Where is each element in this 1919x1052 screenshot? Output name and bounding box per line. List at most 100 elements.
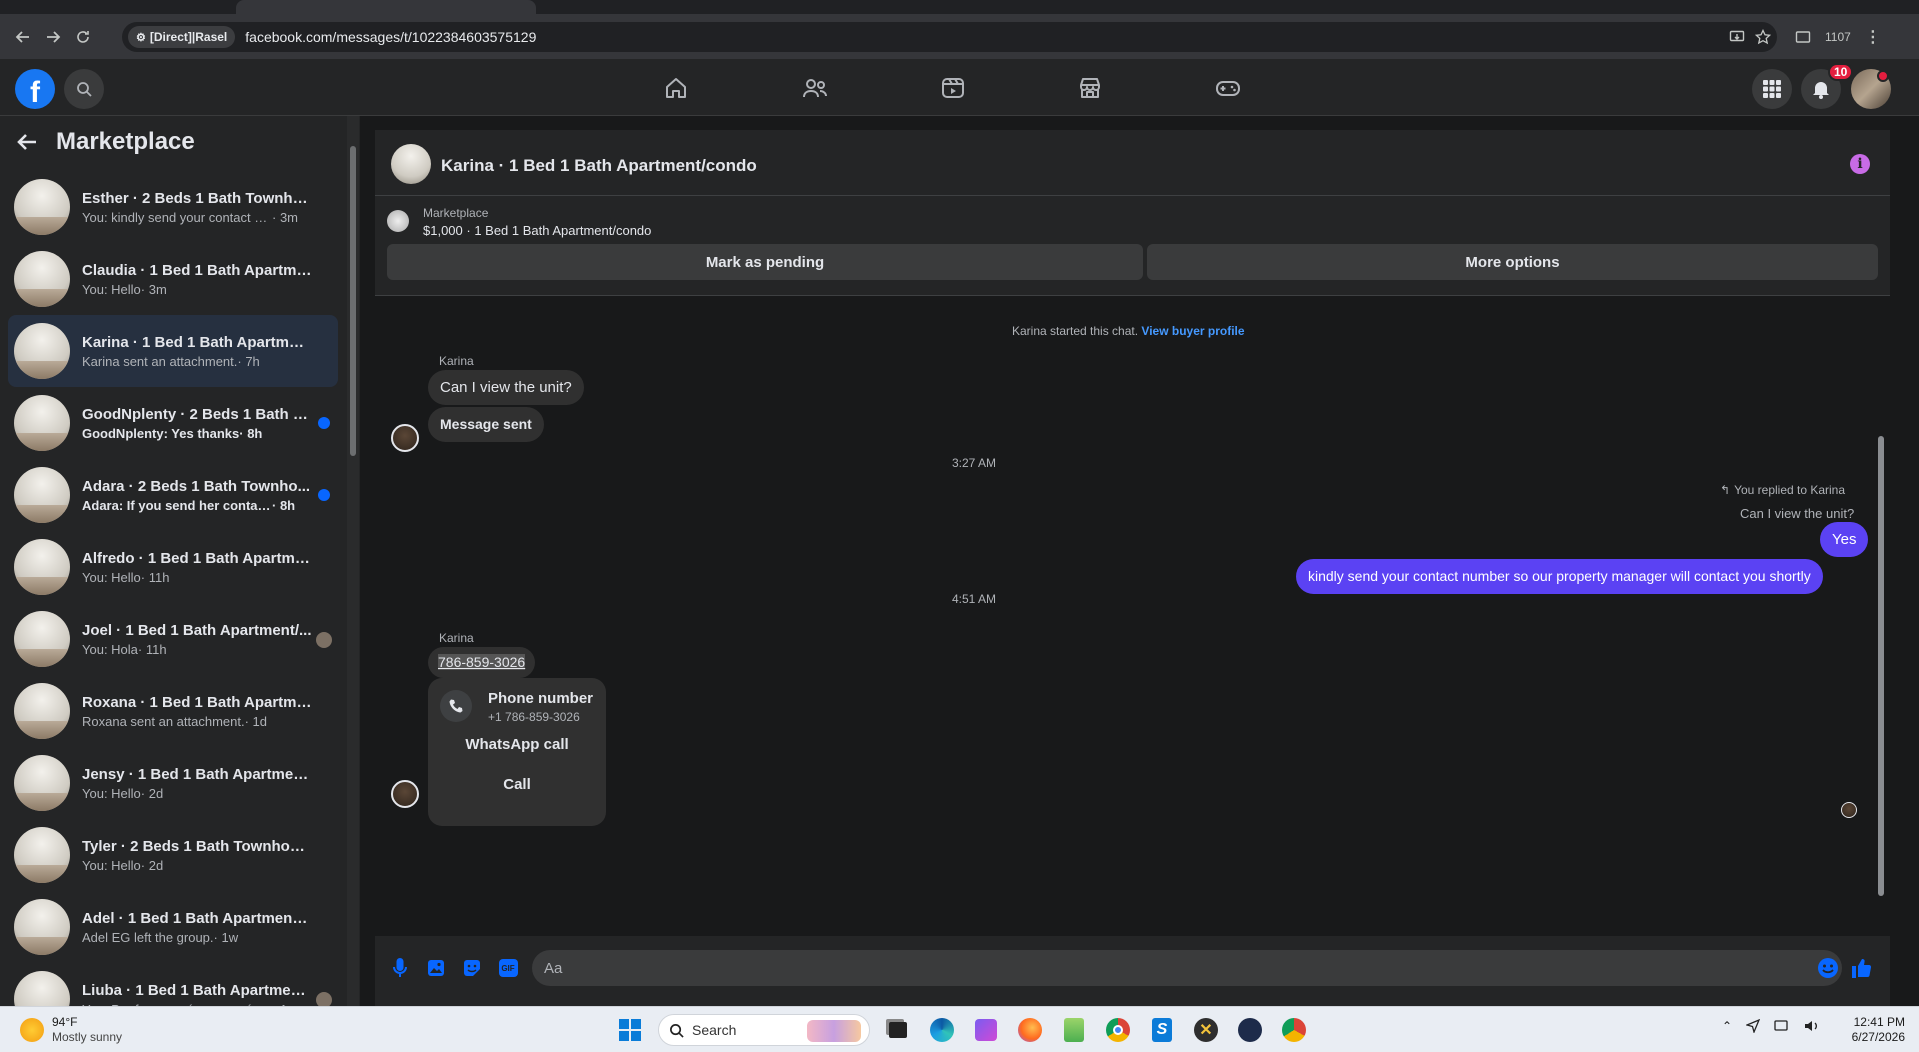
chrome-profile-icon[interactable] <box>1278 1014 1310 1046</box>
conversation-item[interactable]: GoodNplenty · 2 Beds 1 Bath T... GoodNple… <box>8 387 338 459</box>
chat-scrollbar[interactable] <box>1875 296 1887 936</box>
like-thumbs-up-icon[interactable] <box>1849 956 1873 980</box>
url-text[interactable]: facebook.com/messages/t/1022384603575129 <box>245 29 536 45</box>
cast-icon[interactable] <box>1795 29 1811 45</box>
weather-widget[interactable]: 94°F Mostly sunny <box>20 1015 122 1045</box>
address-bar[interactable]: ⚙ [Direct]|Rasel facebook.com/messages/t… <box>122 22 1777 52</box>
weather-temp: 94°F <box>52 1015 78 1029</box>
karina-avatar[interactable] <box>391 424 419 452</box>
scrollbar-thumb[interactable] <box>350 146 356 456</box>
edge-browser-icon[interactable] <box>926 1014 958 1046</box>
more-options-button[interactable]: More options <box>1147 244 1878 280</box>
taskbar-clock[interactable]: 12:41 PM 6/27/2026 <box>1852 1015 1905 1045</box>
listing-thumbnail <box>14 899 70 955</box>
call-button[interactable]: Call <box>428 776 606 793</box>
scrollbar-thumb[interactable] <box>1878 436 1884 896</box>
sidebar-scrollbar[interactable] <box>347 116 359 1006</box>
task-view-icon[interactable] <box>882 1014 914 1046</box>
quoted-message[interactable]: Can I view the unit? <box>1740 506 1854 521</box>
menu-dots-icon[interactable]: ⋮ <box>1865 27 1881 47</box>
site-info-chip[interactable]: ⚙ [Direct]|Rasel <box>128 26 236 48</box>
incoming-message[interactable]: Message sent <box>428 407 544 442</box>
snipping-tool-icon[interactable] <box>970 1014 1002 1046</box>
taskbar-search-label: Search <box>692 1022 737 1038</box>
chat-started-text: Karina started this chat. <box>1012 324 1139 338</box>
profile-status-dot <box>1877 70 1889 82</box>
microphone-icon[interactable] <box>388 956 412 980</box>
conversation-item[interactable]: Karina · 1 Bed 1 Bath Apartment/... Karin… <box>8 315 338 387</box>
firefox-icon[interactable] <box>1014 1014 1046 1046</box>
mark-as-pending-button[interactable]: Mark as pending <box>387 244 1143 280</box>
listing-price[interactable]: $1,000 · 1 Bed 1 Bath Apartment/condo <box>423 223 651 238</box>
volume-icon[interactable] <box>1804 1019 1820 1033</box>
conversation-title: Jensy · 1 Bed 1 Bath Apartment/... <box>82 765 312 783</box>
incoming-message[interactable]: Can I view the unit? <box>428 370 584 405</box>
home-icon[interactable] <box>661 73 691 103</box>
outgoing-message[interactable]: Yes <box>1820 522 1869 557</box>
x-app-icon[interactable]: ✕ <box>1190 1014 1222 1046</box>
conversation-time: · 3m <box>140 281 167 297</box>
message-input[interactable] <box>532 950 1842 986</box>
video-icon[interactable] <box>938 73 968 103</box>
conversation-time: · 3m <box>272 209 298 225</box>
back-icon[interactable] <box>8 22 38 52</box>
windows-start-icon[interactable] <box>614 1014 646 1046</box>
friends-icon[interactable] <box>800 73 830 103</box>
conversation-item[interactable]: Adara · 2 Beds 1 Bath Townho... Adara: If… <box>8 459 338 531</box>
sticker-icon[interactable] <box>460 956 484 980</box>
whatsapp-call-button[interactable]: WhatsApp call <box>428 736 606 753</box>
chat-avatar[interactable] <box>391 144 431 184</box>
info-icon[interactable]: i <box>1850 154 1870 174</box>
gaming-icon[interactable] <box>1213 73 1243 103</box>
back-arrow-icon[interactable] <box>16 132 38 152</box>
search-icon[interactable] <box>64 69 104 109</box>
sender-name: Karina <box>439 631 474 645</box>
install-app-icon[interactable] <box>1729 29 1745 45</box>
profile-1107-icon[interactable] <box>1234 1014 1266 1046</box>
chrome-icon[interactable] <box>1102 1014 1134 1046</box>
gif-icon[interactable]: GIF <box>496 956 520 980</box>
chevron-up-icon[interactable]: ⌃ <box>1722 1019 1732 1033</box>
phone-number-card: Phone number +1 786-859-3026 WhatsApp ca… <box>428 678 606 826</box>
conversation-item[interactable]: Tyler · 2 Beds 1 Bath Townhouse You: Hell… <box>8 819 338 891</box>
s-app-icon[interactable]: S <box>1146 1014 1178 1046</box>
forward-icon[interactable] <box>38 22 68 52</box>
phone-number-text[interactable]: 786-859-3026 <box>438 654 526 670</box>
taskbar-search[interactable]: Search <box>658 1014 870 1046</box>
notepad-icon[interactable] <box>1058 1014 1090 1046</box>
reload-icon[interactable] <box>68 22 98 52</box>
listing-thumbnail[interactable] <box>387 210 409 232</box>
photo-icon[interactable] <box>424 956 448 980</box>
conversation-sidebar: Marketplace Esther · 2 Beds 1 Bath Townh… <box>0 116 360 1027</box>
conversation-title: Roxana · 1 Bed 1 Bath Apartment... <box>82 693 312 711</box>
conversation-item[interactable]: Alfredo · 1 Bed 1 Bath Apartmen... You: H… <box>8 531 338 603</box>
active-tab[interactable] <box>236 0 536 14</box>
conversation-item[interactable]: Roxana · 1 Bed 1 Bath Apartment... Roxana… <box>8 675 338 747</box>
conversation-title: GoodNplenty · 2 Beds 1 Bath T... <box>82 405 312 423</box>
conversation-item[interactable]: Adel · 1 Bed 1 Bath Apartment/c... Adel E… <box>8 891 338 963</box>
clock-date: 6/27/2026 <box>1851 1030 1905 1044</box>
outgoing-message[interactable]: kindly send your contact number so our p… <box>1296 559 1823 594</box>
karina-avatar[interactable] <box>391 780 419 808</box>
chat-title[interactable]: Karina · 1 Bed 1 Bath Apartment/condo <box>441 156 757 176</box>
marketplace-title: Marketplace <box>56 128 195 155</box>
location-icon[interactable] <box>1746 1019 1761 1033</box>
conversation-time: · 8h <box>272 497 296 513</box>
conversation-item[interactable]: Claudia · 1 Bed 1 Bath Apartmen... You: H… <box>8 243 338 315</box>
facebook-logo-icon[interactable]: f <box>15 69 55 109</box>
network-icon[interactable] <box>1774 1019 1790 1033</box>
apps-menu-icon[interactable] <box>1752 69 1792 109</box>
view-buyer-profile-link[interactable]: View buyer profile <box>1141 324 1244 338</box>
emoji-icon[interactable] <box>1816 956 1840 980</box>
bookmark-star-icon[interactable] <box>1755 29 1771 45</box>
conversation-item[interactable]: Jensy · 1 Bed 1 Bath Apartment/... You: H… <box>8 747 338 819</box>
marketplace-icon[interactable] <box>1075 73 1105 103</box>
conversation-time: · 1d <box>244 713 268 729</box>
conversation-time: · 1w <box>213 929 239 945</box>
incoming-message[interactable]: 786-859-3026 <box>428 647 536 678</box>
unread-dot <box>318 489 330 501</box>
profile-label[interactable]: 1107 <box>1825 30 1851 44</box>
conversation-time: · 2d <box>140 785 164 801</box>
conversation-item[interactable]: Joel · 1 Bed 1 Bath Apartment/... You: Ho… <box>8 603 338 675</box>
conversation-item[interactable]: Esther · 2 Beds 1 Bath Townhouse You: kin… <box>8 171 338 243</box>
